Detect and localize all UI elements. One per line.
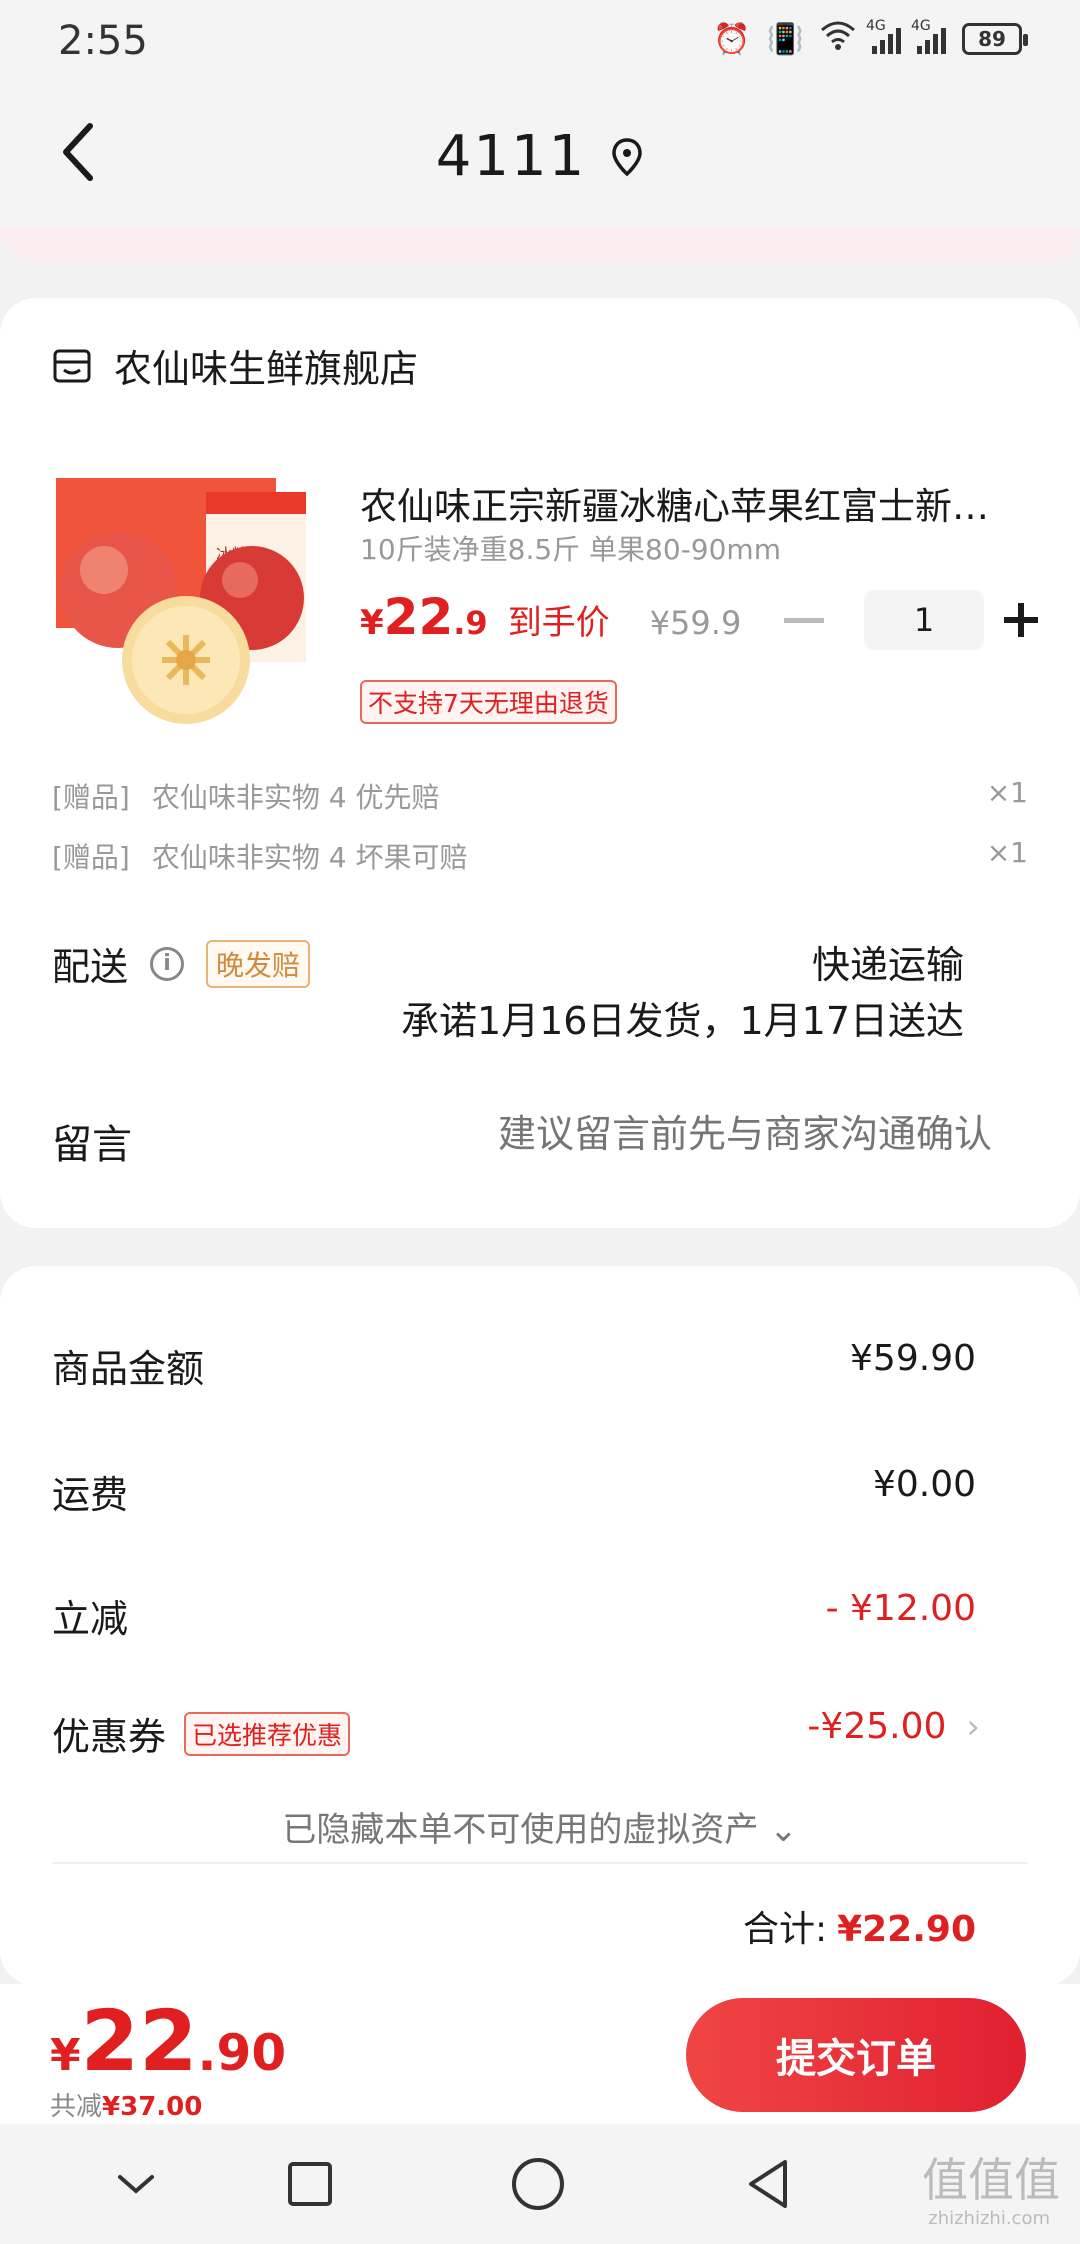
- gift-name: 农仙味非实物 4 坏果可赔: [151, 841, 468, 874]
- discount-label: 立减: [52, 1597, 129, 1641]
- nav-recents-button[interactable]: [280, 2154, 340, 2214]
- status-time: 2:55: [58, 18, 148, 64]
- gift-tag: [赠品]: [52, 841, 130, 874]
- price-integer: 22: [383, 588, 454, 646]
- info-icon[interactable]: i: [150, 946, 185, 981]
- discount-value: - ¥12.00: [825, 1588, 976, 1629]
- coupon-badge: 已选推荐优惠: [184, 1711, 351, 1756]
- delivery-promise: 承诺1月16日发货，1月17日送达: [400, 999, 964, 1043]
- status-icons: ⏰ 📳 4G 4G 89: [713, 18, 1028, 58]
- message-label: 留言: [52, 1122, 132, 1168]
- pay-amount: ¥ 22 .90: [50, 1992, 286, 2090]
- nav-hide-button[interactable]: [106, 2154, 166, 2214]
- gift-row: [赠品] 农仙味非实物 4 坏果可赔 ×1: [52, 836, 1028, 876]
- coupon-selector[interactable]: -¥25.00 ›: [807, 1706, 980, 1747]
- message-input[interactable]: [432, 1112, 992, 1156]
- goods-amount-value: ¥59.90: [850, 1338, 976, 1379]
- battery-icon: 89: [962, 23, 1028, 55]
- signal-icon-2: 4G: [911, 18, 946, 54]
- vibrate-icon: 📳: [766, 21, 804, 57]
- hidden-assets-toggle[interactable]: 已隐藏本单不可使用的虚拟资产 ⌄: [0, 1802, 1080, 1851]
- shop-name: 农仙味生鲜旗舰店: [114, 347, 419, 391]
- nav-back-button[interactable]: [738, 2154, 798, 2214]
- title-wrap: 4111: [0, 124, 1080, 189]
- quantity-stepper: 1: [784, 590, 1044, 650]
- gift-name: 农仙味非实物 4 优先赔: [151, 781, 440, 814]
- pay-decimal: .90: [197, 2024, 287, 2082]
- late-compensation-badge: 晚发赔: [206, 939, 311, 988]
- delivery-label: 配送: [52, 945, 129, 989]
- saved-amount: 共减¥37.00: [50, 2086, 202, 2123]
- product-spec[interactable]: 10斤装净重8.5斤 单果80-90mm: [360, 528, 781, 568]
- watermark-url: zhizhizhi.com: [928, 2208, 1050, 2229]
- shipping-label: 运费: [52, 1473, 129, 1517]
- price-label: 到手价: [507, 603, 610, 643]
- total-row: 合计: ¥22.90: [743, 1900, 976, 1952]
- watermark: 值值值: [922, 2153, 1060, 2207]
- status-bar: 2:55 ⏰ 📳 4G 4G 89: [0, 0, 1080, 84]
- saved-value: ¥37.00: [102, 2092, 203, 2122]
- circle-icon: [512, 2158, 564, 2210]
- plus-icon[interactable]: [1004, 600, 1044, 640]
- nav-home-button[interactable]: [508, 2154, 568, 2214]
- original-price: ¥59.9: [649, 604, 742, 642]
- gift-qty: ×1: [986, 776, 1028, 809]
- total-value: ¥22.90: [837, 1909, 976, 1950]
- chevron-right-icon: ›: [966, 1706, 980, 1747]
- system-nav-bar: 值值值 zhizhizhi.com: [0, 2124, 1080, 2244]
- delivery-label-row: 配送 i 晚发赔: [52, 936, 311, 991]
- delivery-method[interactable]: 快递运输: [812, 934, 964, 989]
- shop-icon: [53, 349, 91, 382]
- gift-qty: ×1: [986, 836, 1028, 869]
- summary-card: 商品金额 ¥59.90 运费 ¥0.00 立减 - ¥12.00 优惠券 已选推…: [0, 1266, 1080, 1986]
- alarm-icon: ⏰: [713, 21, 751, 57]
- price-row: ¥ 22 .9 到手价 ¥59.9: [360, 588, 741, 646]
- square-icon: [288, 2162, 332, 2206]
- coupon-value: -¥25.00: [807, 1706, 947, 1747]
- divider: [52, 1862, 1028, 1864]
- price-decimal: .9: [453, 604, 488, 642]
- signal-icon: 4G: [866, 18, 901, 54]
- apple-product-image: 冰糖心: [56, 478, 306, 724]
- checkout-bar: ¥ 22 .90 共减¥37.00 提交订单: [0, 1984, 1080, 2124]
- goods-amount-label: 商品金额: [52, 1347, 205, 1391]
- shipping-value: ¥0.00: [872, 1464, 976, 1505]
- coupon-label: 优惠券: [52, 1715, 167, 1759]
- wifi-icon: [820, 20, 856, 58]
- product-title[interactable]: 农仙味正宗新疆冰糖心苹果红富士新鲜水果: [360, 476, 1024, 530]
- coupon-row: 优惠券 已选推荐优惠: [52, 1706, 351, 1761]
- total-label: 合计:: [742, 1909, 828, 1950]
- address-card-bottom: [0, 228, 1080, 264]
- page-title: 4111: [435, 124, 587, 189]
- minus-icon[interactable]: [784, 617, 824, 623]
- saved-label: 共减: [50, 2092, 103, 2122]
- order-card: 农仙味生鲜旗舰店 冰糖心 农仙味正宗新疆冰糖心苹果红富士新鲜水果 10斤装净重8…: [0, 298, 1080, 1228]
- gift-tag: [赠品]: [52, 781, 130, 814]
- triangle-back-icon: [749, 2160, 787, 2208]
- gift-row: [赠品] 农仙味非实物 4 优先赔 ×1: [52, 776, 1028, 816]
- location-pin-icon[interactable]: [610, 137, 644, 177]
- pay-symbol: ¥: [50, 2030, 81, 2081]
- shop-row[interactable]: 农仙味生鲜旗舰店: [52, 338, 418, 393]
- quantity-input[interactable]: 1: [864, 590, 984, 650]
- chevron-down-icon: [118, 2175, 154, 2194]
- product-image[interactable]: 冰糖心: [56, 470, 318, 732]
- price-symbol: ¥: [360, 603, 384, 643]
- pay-integer: 22: [80, 1992, 198, 2090]
- header: 4111: [0, 84, 1080, 230]
- submit-order-button[interactable]: 提交订单: [686, 1998, 1026, 2112]
- return-policy-badge: 不支持7天无理由退货: [360, 680, 617, 724]
